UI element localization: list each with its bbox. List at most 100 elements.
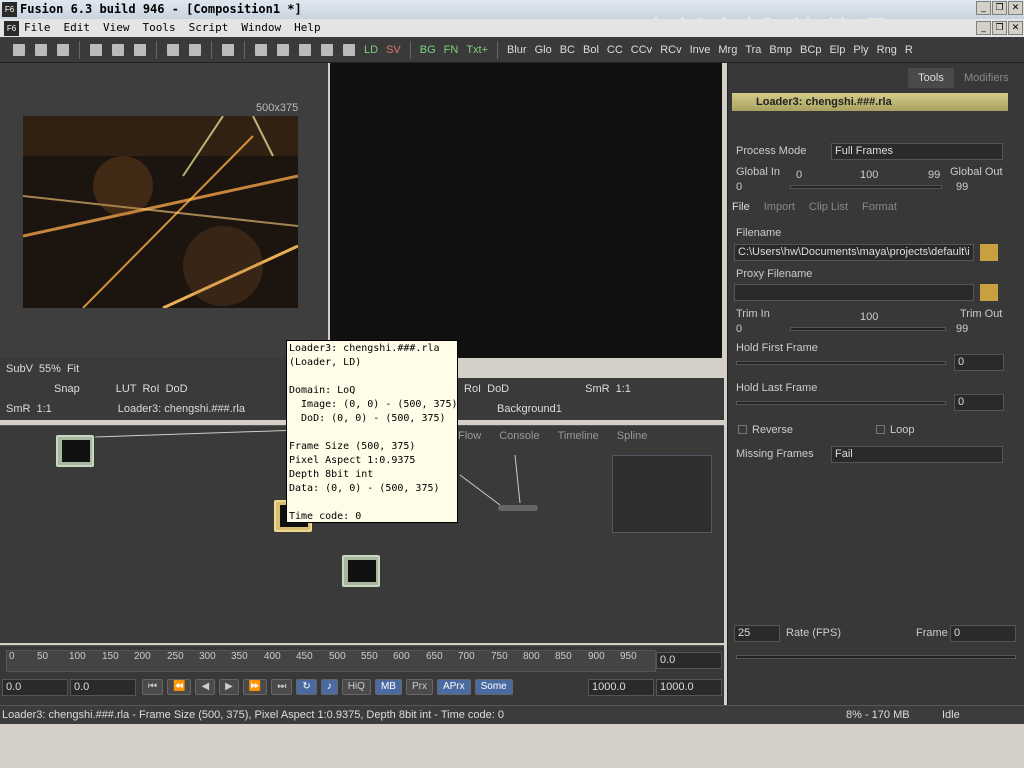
- go-start-icon[interactable]: ⏮: [142, 679, 163, 695]
- proxy-filename-field[interactable]: [734, 284, 974, 301]
- menu-help[interactable]: Help: [294, 19, 321, 37]
- proxy-browse-folder-icon[interactable]: [980, 284, 998, 301]
- menu-file[interactable]: File: [24, 19, 51, 37]
- right-viewer[interactable]: [330, 63, 722, 358]
- tool-bc[interactable]: BC: [556, 44, 579, 56]
- menu-edit[interactable]: Edit: [64, 19, 91, 37]
- tool-bg[interactable]: BG: [416, 44, 440, 56]
- script-icon[interactable]: [343, 43, 355, 56]
- tab-modifiers[interactable]: Modifiers: [964, 68, 1009, 88]
- prx-button[interactable]: Prx: [405, 679, 433, 695]
- tool-cc[interactable]: CC: [603, 44, 627, 56]
- tool-blur[interactable]: Blur: [503, 44, 531, 56]
- scale-button[interactable]: 1:1: [36, 403, 51, 415]
- tool-ply[interactable]: Ply: [849, 44, 872, 56]
- tool-sv[interactable]: SV: [382, 44, 405, 56]
- frame-field[interactable]: 0: [950, 625, 1016, 642]
- trim-range-slider[interactable]: [790, 327, 946, 331]
- tool-bol[interactable]: Bol: [579, 44, 603, 56]
- save-icon[interactable]: [57, 43, 69, 56]
- tool-mrg[interactable]: Mrg: [714, 44, 741, 56]
- right-smr-button[interactable]: SmR: [585, 383, 609, 395]
- trim-in-value[interactable]: 0: [736, 323, 742, 335]
- subv-button[interactable]: SubV: [6, 363, 33, 375]
- tool-elp[interactable]: Elp: [825, 44, 849, 56]
- tool-bmp[interactable]: Bmp: [765, 44, 796, 56]
- hold-first-slider[interactable]: [736, 361, 946, 365]
- current-time-field[interactable]: 0.0: [656, 652, 722, 669]
- tool-rng[interactable]: Rng: [873, 44, 901, 56]
- rewind-icon[interactable]: ⏪: [167, 679, 192, 695]
- play-icon[interactable]: ▶: [219, 679, 239, 695]
- redo-icon[interactable]: [189, 43, 201, 56]
- aprx-button[interactable]: APrx: [436, 679, 471, 695]
- tool-rcv[interactable]: RCv: [656, 44, 685, 56]
- layout-icon-1[interactable]: [255, 43, 267, 56]
- global-in-value[interactable]: 0: [736, 181, 742, 193]
- dod-button[interactable]: DoD: [166, 383, 188, 395]
- menu-view[interactable]: View: [103, 19, 130, 37]
- tool-txt[interactable]: Txt+: [462, 44, 492, 56]
- snap-button[interactable]: Snap: [54, 383, 80, 395]
- hold-last-slider[interactable]: [736, 401, 946, 405]
- new-icon[interactable]: [13, 43, 25, 56]
- mb-button[interactable]: MB: [374, 679, 402, 695]
- audio-icon[interactable]: ♪: [320, 679, 338, 695]
- fast-forward-icon[interactable]: ⏩: [242, 679, 268, 695]
- right-roi-button[interactable]: RoI: [464, 383, 481, 395]
- right-dod-button[interactable]: DoD: [487, 383, 509, 395]
- tool-glo[interactable]: Glo: [531, 44, 556, 56]
- doc-close-icon[interactable]: ✕: [1008, 21, 1023, 35]
- zoom-dropdown[interactable]: 55%: [39, 363, 61, 375]
- open-icon[interactable]: [35, 43, 47, 56]
- tool-bcp[interactable]: BCp: [796, 44, 825, 56]
- menu-tools[interactable]: Tools: [143, 19, 176, 37]
- time-ruler[interactable]: 0 50 100 150 200 250 300 350 400 450 500…: [6, 650, 656, 672]
- global-start-field[interactable]: 0.0: [2, 679, 68, 696]
- step-back-icon[interactable]: ◀: [195, 679, 216, 695]
- some-button[interactable]: Some: [474, 679, 513, 695]
- subtab-import[interactable]: Import: [764, 201, 795, 213]
- global-end-field[interactable]: 1000.0: [656, 679, 722, 696]
- undo-icon[interactable]: [167, 43, 179, 56]
- filename-field[interactable]: C:\Users\hw\Documents\maya\projects\defa…: [734, 244, 974, 261]
- go-end-icon[interactable]: ⏭: [271, 679, 293, 695]
- right-scale-button[interactable]: 1:1: [616, 383, 631, 395]
- doc-restore-icon[interactable]: ❐: [992, 21, 1007, 35]
- tab-tools[interactable]: Tools: [908, 68, 954, 88]
- hold-last-value[interactable]: 0: [954, 394, 1004, 411]
- menu-window[interactable]: Window: [241, 19, 281, 37]
- process-mode-select[interactable]: Full Frames: [831, 143, 1003, 160]
- roi-button[interactable]: RoI: [142, 383, 159, 395]
- layout-icon-3[interactable]: [299, 43, 311, 56]
- tool-ld[interactable]: LD: [360, 44, 382, 56]
- subtab-cliplist[interactable]: Clip List: [809, 201, 848, 213]
- minimize-icon[interactable]: _: [976, 1, 991, 15]
- rate-field[interactable]: 25: [734, 625, 780, 642]
- global-out-value[interactable]: 99: [956, 181, 968, 193]
- tool-r[interactable]: R: [901, 44, 917, 56]
- delete-icon[interactable]: [222, 43, 234, 56]
- fit-button[interactable]: Fit: [67, 363, 79, 375]
- restore-icon[interactable]: ❐: [992, 1, 1007, 15]
- copy-icon[interactable]: [112, 43, 124, 56]
- hiq-button[interactable]: HiQ: [341, 679, 371, 695]
- loop-icon[interactable]: ↻: [296, 679, 317, 695]
- flow-navigator[interactable]: [612, 455, 712, 533]
- layout-icon-2[interactable]: [277, 43, 289, 56]
- layout-icon-4[interactable]: [321, 43, 333, 56]
- cut-icon[interactable]: [90, 43, 102, 56]
- subtab-format[interactable]: Format: [862, 201, 897, 213]
- hold-first-value[interactable]: 0: [954, 354, 1004, 371]
- paste-icon[interactable]: [134, 43, 146, 56]
- global-range-slider[interactable]: [790, 185, 942, 189]
- lut-button[interactable]: LUT: [116, 383, 137, 395]
- loop-checkbox[interactable]: [876, 425, 885, 434]
- menu-script[interactable]: Script: [189, 19, 229, 37]
- tool-inve[interactable]: Inve: [686, 44, 715, 56]
- doc-minimize-icon[interactable]: _: [976, 21, 991, 35]
- subtab-file[interactable]: File: [732, 201, 750, 213]
- close-icon[interactable]: ✕: [1008, 1, 1023, 15]
- tool-fn[interactable]: FN: [440, 44, 463, 56]
- tool-tra[interactable]: Tra: [741, 44, 765, 56]
